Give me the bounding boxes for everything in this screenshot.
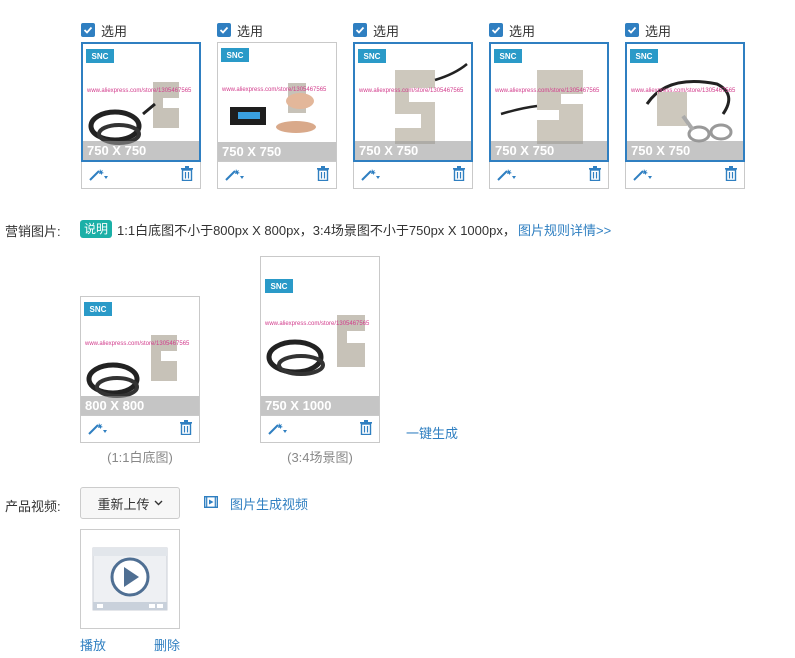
image-size-label: 750 X 750 [83,141,199,160]
magic-wand-icon[interactable] [87,422,109,436]
image-size-label: 750 X 750 [218,142,336,161]
video-player-icon [92,547,168,611]
image-toolbar [625,162,745,189]
magic-wand-icon[interactable] [88,168,110,182]
select-checkbox[interactable] [81,23,95,37]
select-label: 选用 [645,23,672,39]
trash-icon[interactable] [724,166,738,184]
image-toolbar [260,416,380,443]
select-label: 选用 [101,23,128,39]
info-badge: 说明 [80,220,113,238]
image-size-label: 800 X 800 [81,396,199,415]
marketing-images-label: 营销图片: [5,224,61,239]
reupload-button[interactable]: 重新上传 [80,487,180,519]
select-checkbox[interactable] [625,23,639,37]
magic-wand-icon[interactable] [632,168,654,182]
marketing-description: 1:1白底图不小于800px X 800px，3:4场景图不小于750px X … [117,223,516,238]
watermark-text: www.aliexpress.com/store/1305467565 [85,341,190,347]
image-caption: (1:1白底图) [107,450,173,465]
delete-link[interactable]: 删除 [154,635,180,654]
trash-icon[interactable] [359,420,373,438]
image-toolbar [81,162,201,189]
image-size-label: 750 X 750 [491,141,607,160]
load-cell-photo [266,315,365,376]
watermark-text: www.aliexpress.com/store/1305467565 [359,88,464,94]
image-rules-link[interactable]: 图片规则详情>> [518,220,611,239]
select-checkbox[interactable] [353,23,367,37]
image-toolbar [353,162,473,189]
product-image-card: 选用 SNC www.aliexpress.com/store/13054675… [625,18,745,189]
image-toolbar [217,162,337,189]
trash-icon[interactable] [179,420,193,438]
select-row[interactable]: 选用 [625,18,745,42]
reupload-label: 重新上传 [97,496,150,512]
watermark-text: www.aliexpress.com/store/1305467565 [222,87,327,93]
watermark-text: www.aliexpress.com/store/1305467565 [495,88,600,94]
product-image[interactable]: SNC www.aliexpress.com/store/1305467565 … [625,42,745,162]
select-checkbox[interactable] [217,23,231,37]
film-icon [203,495,219,511]
trash-icon[interactable] [452,166,466,184]
watermark-text: www.aliexpress.com/store/1305467565 [631,88,736,94]
watermark-text: www.aliexpress.com/store/1305467565 [87,88,192,94]
product-image-card: 选用 SNC www.aliexpress.com/store/13054675… [489,18,609,189]
trash-icon[interactable] [180,166,194,184]
product-image[interactable]: SNC www.aliexpress.com/store/1305467565 … [217,42,337,162]
magic-wand-icon[interactable] [496,168,518,182]
image-size-label: 750 X 750 [627,141,743,160]
product-video-label: 产品视频: [5,499,61,514]
product-image[interactable]: SNC www.aliexpress.com/store/1305467565 … [353,42,473,162]
magic-wand-icon[interactable] [267,422,289,436]
image-toolbar [489,162,609,189]
product-image-card: 选用 SNC www.aliexpress.com/store/13054675… [81,18,201,189]
image-size-label: 750 X 750 [355,141,471,160]
select-label: 选用 [373,23,400,39]
marketing-image[interactable]: SNC www.aliexpress.com/store/1305467565 … [260,256,380,416]
select-label: 选用 [237,23,264,39]
product-image[interactable]: SNC www.aliexpress.com/store/1305467565 … [489,42,609,162]
chevron-down-icon [154,500,162,506]
one-click-generate-link[interactable]: 一键生成 [406,423,458,442]
magic-wand-icon[interactable] [224,168,246,182]
select-row[interactable]: 选用 [489,18,609,42]
select-row[interactable]: 选用 [353,18,473,42]
select-row[interactable]: 选用 [217,18,337,42]
marketing-image-card-portrait: SNC www.aliexpress.com/store/1305467565 … [260,256,380,466]
marketing-image-card-square: SNC www.aliexpress.com/store/1305467565 … [80,296,200,466]
product-image-card: 选用 SNC www.aliexpress.com/store/13054675… [217,18,337,189]
image-toolbar [80,416,200,443]
product-image[interactable]: SNC www.aliexpress.com/store/1305467565 … [81,42,201,162]
select-label: 选用 [509,23,536,39]
watermark-text: www.aliexpress.com/store/1305467565 [265,321,370,327]
image-caption: (3:4场景图) [287,450,353,465]
select-row[interactable]: 选用 [81,18,201,42]
image-to-video-link[interactable]: 图片生成视频 [230,494,308,513]
image-size-label: 750 X 1000 [261,396,379,415]
play-link[interactable]: 播放 [80,635,106,654]
product-image-card: 选用 SNC www.aliexpress.com/store/13054675… [353,18,473,189]
video-thumbnail[interactable] [80,529,180,629]
magic-wand-icon[interactable] [360,168,382,182]
marketing-image[interactable]: SNC www.aliexpress.com/store/1305467565 … [80,296,200,416]
select-checkbox[interactable] [489,23,503,37]
trash-icon[interactable] [316,166,330,184]
trash-icon[interactable] [588,166,602,184]
